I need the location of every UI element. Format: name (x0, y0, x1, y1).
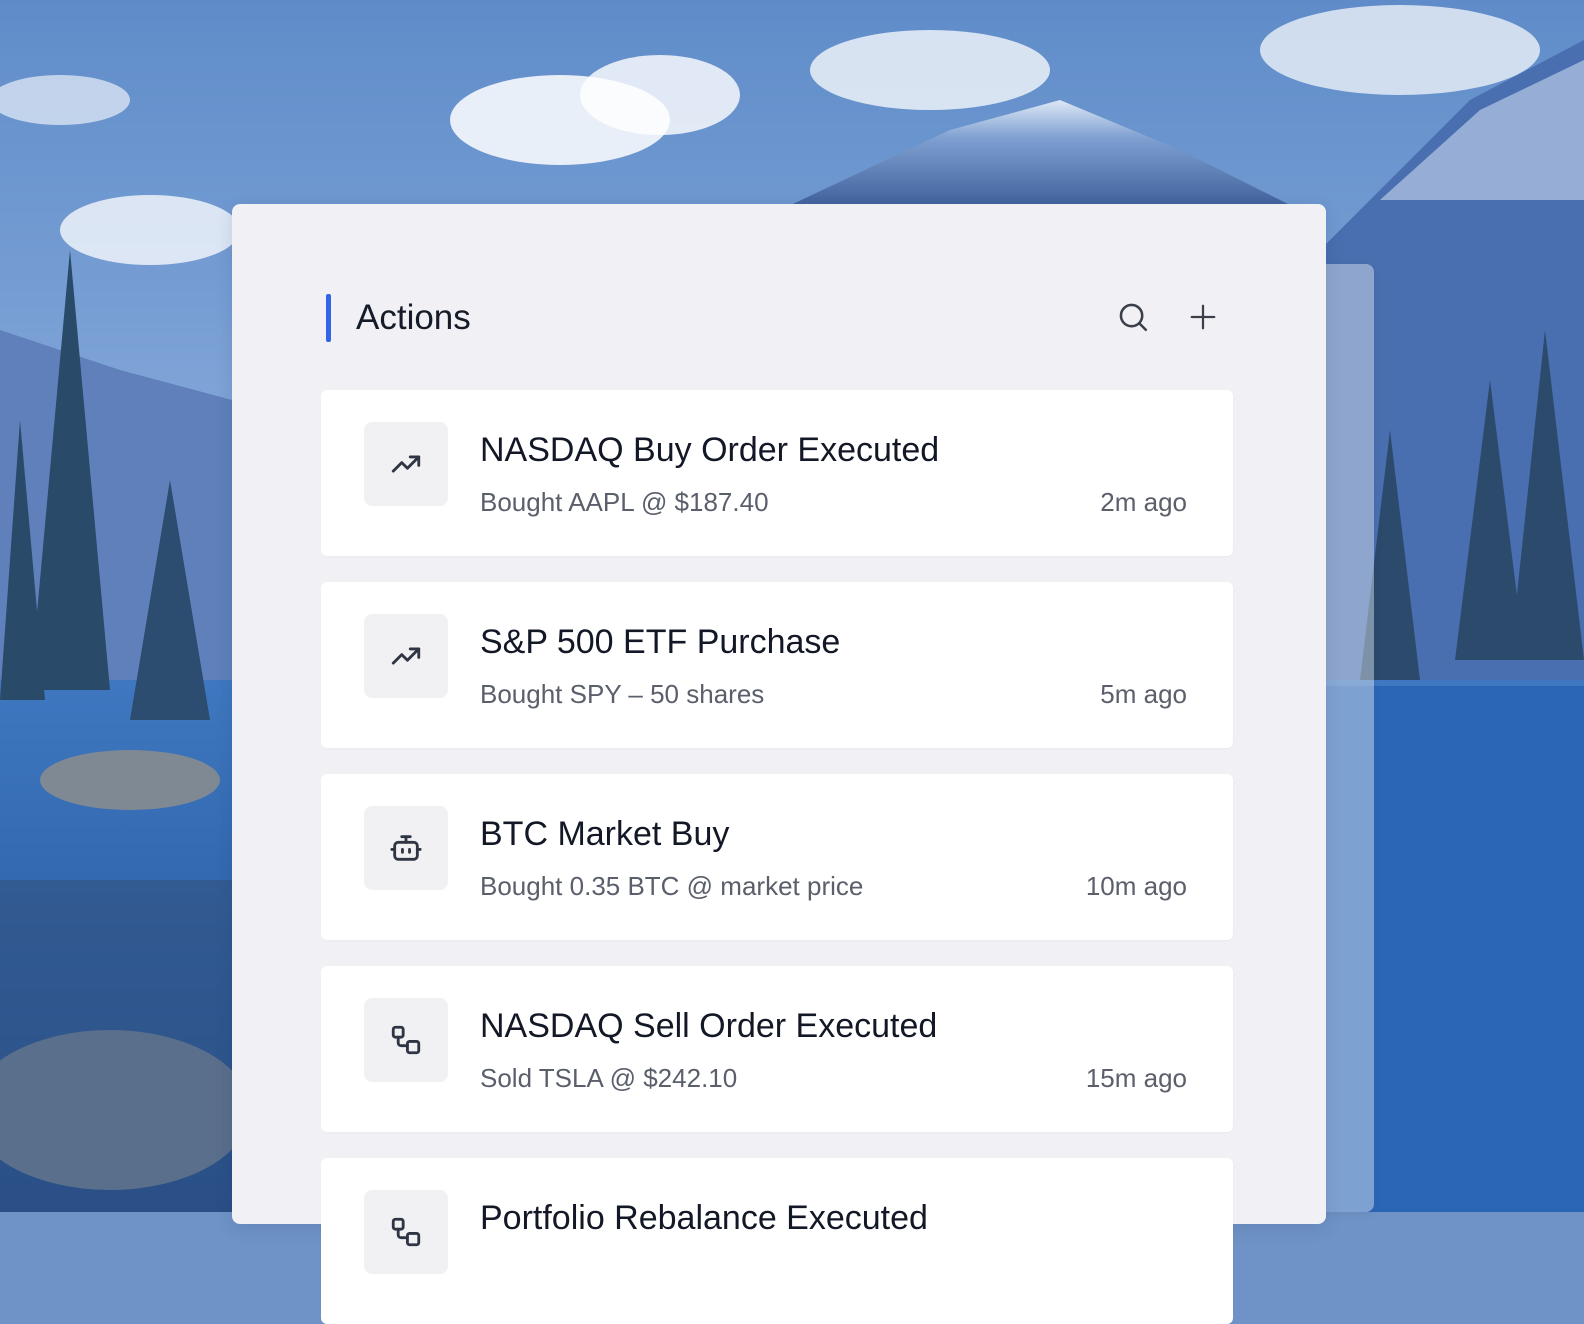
action-card[interactable]: S&P 500 ETF Purchase Bought SPY – 50 sha… (321, 582, 1233, 748)
workflow-icon (391, 1025, 421, 1055)
workflow-icon (391, 1217, 421, 1247)
action-time: 10m ago (1085, 871, 1187, 901)
add-button[interactable] (1182, 296, 1224, 338)
search-icon (1119, 303, 1148, 332)
action-icon-box (364, 998, 448, 1082)
action-title: NASDAQ Sell Order Executed (480, 1007, 938, 1045)
action-icon-box (364, 422, 448, 506)
bot-icon (390, 835, 422, 861)
action-icon-box (364, 1190, 448, 1274)
actions-panel: Actions NASDAQ Buy Order Executed Bought… (232, 204, 1326, 1324)
action-card[interactable]: NASDAQ Buy Order Executed Bought AAPL @ … (321, 390, 1233, 556)
action-card[interactable]: Portfolio Rebalance Executed (321, 1158, 1233, 1324)
action-icon-box (364, 614, 448, 698)
action-title: Portfolio Rebalance Executed (480, 1199, 928, 1237)
trending-up-icon (391, 455, 421, 473)
action-time: 2m ago (1100, 487, 1187, 517)
panel-title: Actions (356, 298, 471, 337)
search-button[interactable] (1112, 296, 1154, 338)
action-subtitle: Sold TSLA @ $242.10 (480, 1063, 738, 1093)
action-title: S&P 500 ETF Purchase (480, 623, 841, 661)
action-title: BTC Market Buy (480, 815, 730, 853)
action-card[interactable]: BTC Market Buy Bought 0.35 BTC @ market … (321, 774, 1233, 940)
action-card[interactable]: NASDAQ Sell Order Executed Sold TSLA @ $… (321, 966, 1233, 1132)
action-subtitle: Bought 0.35 BTC @ market price (480, 871, 864, 901)
panel-header: Actions (326, 290, 1232, 342)
plus-icon (1190, 304, 1216, 330)
title-accent-bar (326, 294, 331, 342)
action-time: 15m ago (1085, 1063, 1187, 1093)
action-title: NASDAQ Buy Order Executed (480, 431, 940, 469)
action-subtitle: Bought SPY – 50 shares (480, 679, 765, 709)
trending-up-icon (391, 647, 421, 665)
action-time: 5m ago (1100, 679, 1187, 709)
action-subtitle: Bought AAPL @ $187.40 (480, 487, 769, 517)
action-icon-box (364, 806, 448, 890)
